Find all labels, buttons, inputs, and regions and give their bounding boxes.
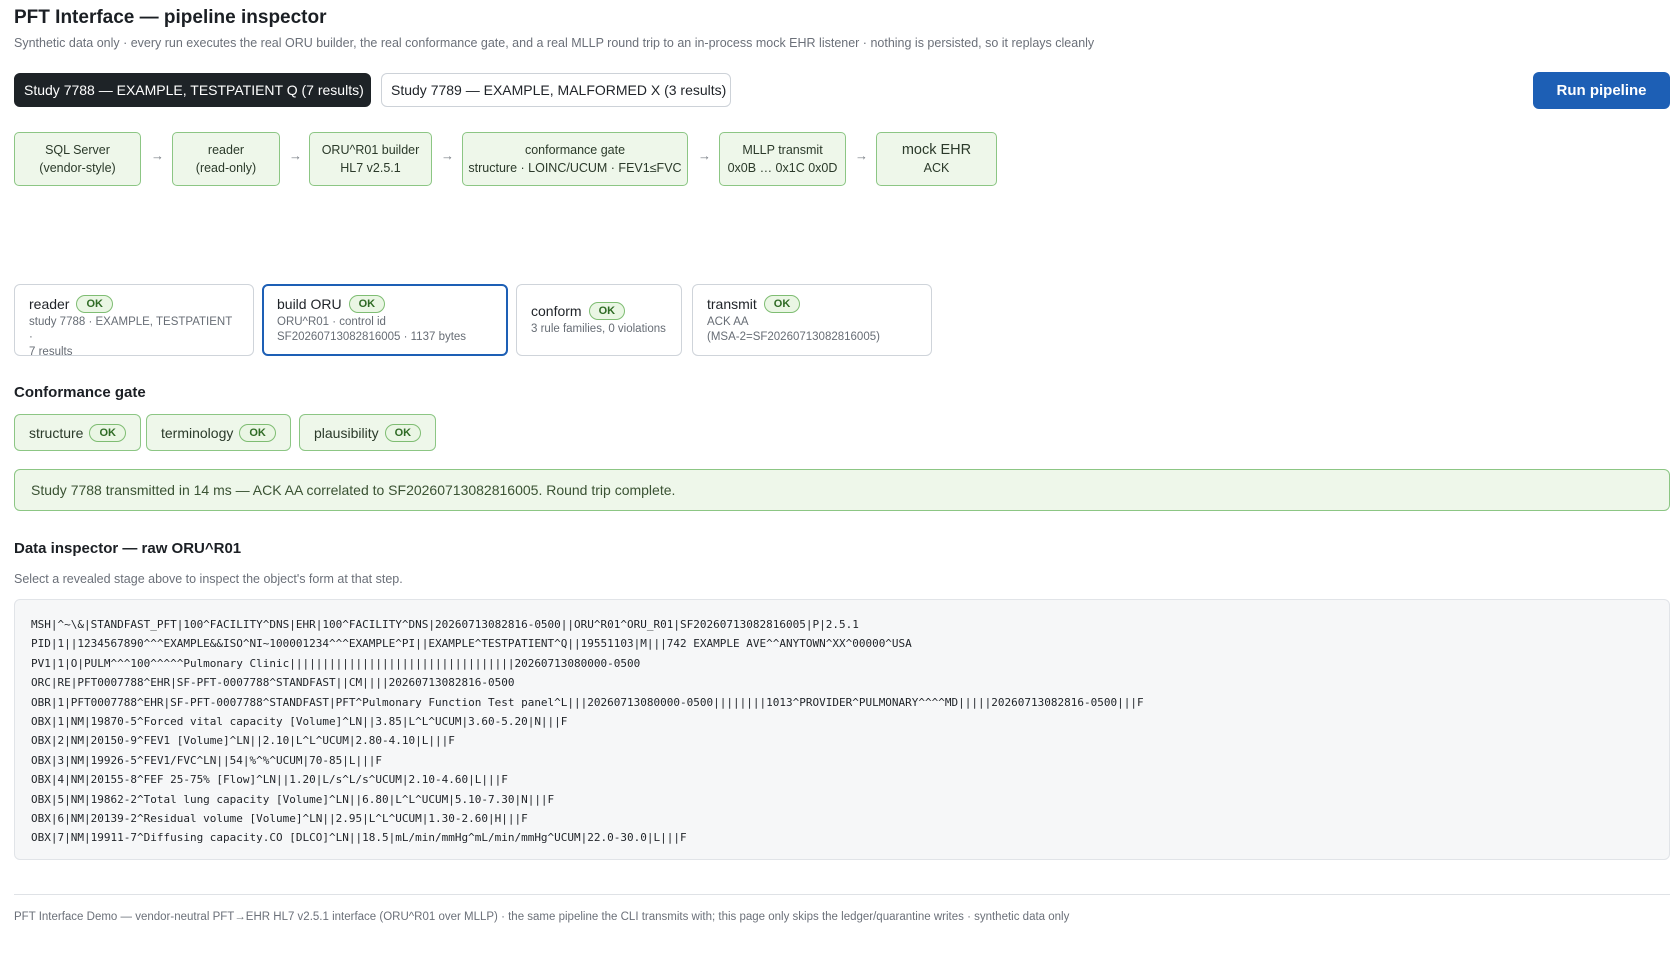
stage-detail: 3 rule families, 0 violations bbox=[531, 323, 666, 335]
hl7-segment-line: OBX|6|NM|20139-2^Residual volume [Volume… bbox=[31, 812, 528, 826]
stage-name: transmit bbox=[707, 296, 757, 312]
stage-detail: 7 results bbox=[29, 346, 73, 358]
pipeline-arrow: → bbox=[151, 148, 164, 163]
footer-text: PFT Interface Demo — vendor-neutral PFT→… bbox=[14, 911, 1070, 923]
hl7-segment-line: OBX|7|NM|19911-7^Diffusing capacity.CO [… bbox=[31, 831, 687, 845]
result-banner: Study 7788 transmitted in 14 ms — ACK AA… bbox=[14, 469, 1670, 511]
pipeline-node-mock-ehr: mock EHR ACK bbox=[876, 132, 997, 186]
pipeline-node-oru-builder: ORU^R01 builder HL7 v2.5.1 bbox=[309, 132, 432, 186]
status-badge: OK bbox=[763, 295, 801, 313]
status-badge: OK bbox=[239, 423, 276, 442]
study-tab-7788[interactable]: Study 7788 — EXAMPLE, TESTPATIENT Q (7 r… bbox=[14, 73, 371, 107]
pipeline-node-reader: reader (read-only) bbox=[172, 132, 280, 186]
conformance-title: Conformance gate bbox=[14, 384, 146, 401]
stage-card-transmit[interactable]: transmit OK ACK AA (MSA-2=SF202607130828… bbox=[692, 284, 932, 356]
hl7-segment-line: OBR|1|PFT0007788^EHR|SF-PFT-0007788^STAN… bbox=[31, 695, 1144, 709]
pipeline-node-sql-server: SQL Server (vendor-style) bbox=[14, 132, 141, 186]
status-badge: OK bbox=[384, 423, 422, 442]
stage-name: build ORU bbox=[277, 296, 342, 312]
inspector-hint: Select a revealed stage above to inspect… bbox=[14, 572, 403, 586]
status-badge: OK bbox=[76, 295, 113, 313]
stage-detail: (MSA-2=SF20260713082816005) bbox=[707, 331, 880, 343]
pipeline-arrow: → bbox=[289, 148, 302, 163]
hl7-segment-line: PV1|1|O|PULM^^^100^^^^^Pulmonary Clinic|… bbox=[31, 656, 641, 670]
pipeline-node-title: conformance gate bbox=[524, 143, 626, 157]
pipeline-arrow: → bbox=[855, 148, 868, 163]
page-subtitle: Synthetic data only · every run executes… bbox=[14, 36, 1095, 50]
stage-name: conform bbox=[531, 303, 582, 319]
stage-card-conform[interactable]: conform OK 3 rule families, 0 violations bbox=[516, 284, 682, 356]
hl7-segment-line: MSH|^~\&|STANDFAST_PFT|100^FACILITY^DNS|… bbox=[31, 618, 859, 631]
pipeline-arrow: → bbox=[698, 148, 711, 163]
stage-detail: ACK AA bbox=[707, 316, 749, 328]
stage-detail: study 7788 · EXAMPLE, TESTPATIENT · bbox=[29, 316, 233, 343]
stage-card-build-oru[interactable]: build ORU OK ORU^R01 · control id SF2026… bbox=[262, 284, 508, 356]
status-badge: OK bbox=[89, 423, 126, 442]
pipeline-node-title: SQL Server bbox=[45, 143, 110, 157]
stage-name: reader bbox=[29, 296, 70, 312]
hl7-segment-line: OBX|1|NM|19870-5^Forced vital capacity [… bbox=[31, 715, 568, 729]
study-tab-label: Study 7788 — EXAMPLE, TESTPATIENT Q (7 r… bbox=[24, 82, 364, 98]
conformance-family-plausibility: plausibility OK bbox=[299, 414, 437, 451]
hl7-segment-line: OBX|4|NM|20155-8^FEF 25-75% [Flow]^LN||1… bbox=[31, 773, 508, 787]
pipeline-node-subtitle: ACK bbox=[923, 161, 950, 175]
pipeline-node-title: reader bbox=[207, 143, 245, 157]
hl7-segment-line: OBX|5|NM|19862-2^Total lung capacity [Vo… bbox=[31, 792, 555, 806]
hl7-segment-line: ORC|RE|PFT0007788^EHR|SF-PFT-0007788^STA… bbox=[31, 676, 515, 690]
status-badge: OK bbox=[348, 295, 386, 313]
page-title: PFT Interface — pipeline inspector bbox=[14, 7, 327, 28]
family-name: structure bbox=[29, 424, 84, 441]
hl7-segment-line: OBX|2|NM|20150-9^FEV1 [Volume]^LN||2.10|… bbox=[31, 734, 455, 748]
pipeline-node-mllp-transmit: MLLP transmit 0x0B … 0x1C 0x0D bbox=[719, 132, 846, 186]
inspector-title: Data inspector — raw ORU^R01 bbox=[14, 540, 242, 557]
stage-card-reader[interactable]: reader OK study 7788 · EXAMPLE, TESTPATI… bbox=[14, 284, 254, 358]
family-name: terminology bbox=[161, 424, 234, 441]
raw-message-panel: MSH|^~\&|STANDFAST_PFT|100^FACILITY^DNS|… bbox=[14, 599, 1670, 860]
footer-divider bbox=[14, 894, 1670, 895]
pipeline-node-subtitle: structure · LOINC/UCUM · FEV1≤FVC bbox=[468, 161, 682, 175]
pipeline-node-title: MLLP transmit bbox=[742, 143, 823, 157]
pipeline-node-title: ORU^R01 builder bbox=[321, 143, 420, 157]
stage-detail: SF20260713082816005 · 1137 bytes bbox=[277, 331, 467, 343]
pipeline-node-title: mock EHR bbox=[901, 142, 972, 158]
stage-detail: ORU^R01 · control id bbox=[277, 316, 386, 328]
study-tab-7789[interactable]: Study 7789 — EXAMPLE, MALFORMED X (3 res… bbox=[381, 73, 731, 107]
run-pipeline-button[interactable]: Run pipeline bbox=[1533, 72, 1670, 109]
study-tab-label: Study 7789 — EXAMPLE, MALFORMED X (3 res… bbox=[391, 82, 727, 98]
pipeline-node-subtitle: (vendor-style) bbox=[39, 161, 116, 175]
conformance-family-structure: structure OK bbox=[14, 414, 141, 451]
pipeline-node-subtitle: 0x0B … 0x1C 0x0D bbox=[727, 161, 838, 175]
pipeline-arrow: → bbox=[441, 148, 454, 163]
hl7-segment-line: OBX|3|NM|19926-5^FEV1/FVC^LN||54|%^%^UCU… bbox=[31, 753, 382, 767]
result-banner-text: Study 7788 transmitted in 14 ms — ACK AA… bbox=[31, 482, 676, 498]
pipeline-node-subtitle: HL7 v2.5.1 bbox=[340, 161, 401, 175]
family-name: plausibility bbox=[314, 424, 379, 441]
hl7-segment-line: PID|1||1234567890^^^EXAMPLE&&ISO^NI~1000… bbox=[31, 637, 912, 651]
pipeline-node-subtitle: (read-only) bbox=[195, 161, 257, 175]
conformance-family-terminology: terminology OK bbox=[146, 414, 291, 451]
pipeline-node-conformance-gate: conformance gate structure · LOINC/UCUM … bbox=[462, 132, 688, 186]
status-badge: OK bbox=[588, 302, 626, 320]
